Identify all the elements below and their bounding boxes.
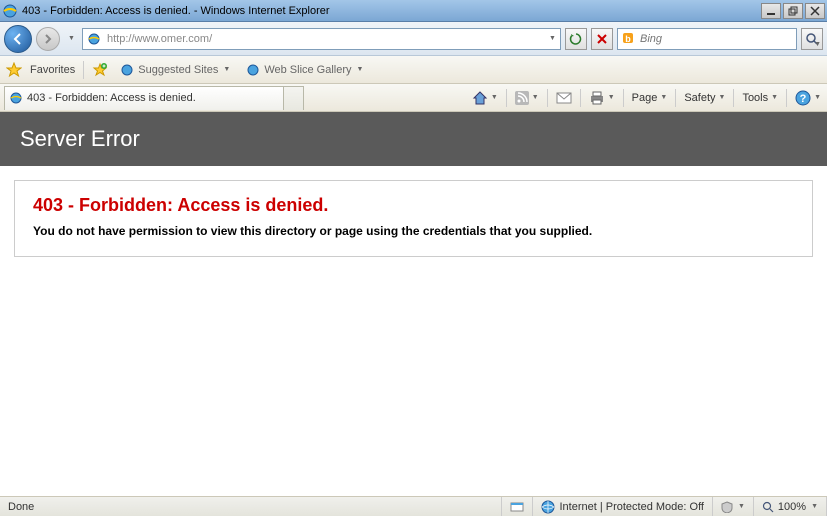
error-box: 403 - Forbidden: Access is denied. You d…: [14, 180, 813, 257]
error-title: 403 - Forbidden: Access is denied.: [33, 195, 794, 216]
stop-button[interactable]: [591, 28, 613, 50]
history-dropdown[interactable]: ▼: [64, 29, 78, 49]
status-text: Done: [0, 497, 502, 516]
feeds-button[interactable]: ▼: [509, 84, 545, 111]
page-icon: [86, 31, 102, 47]
suggested-sites-link[interactable]: Suggested Sites ▼: [116, 61, 234, 79]
page-menu[interactable]: Page ▼: [626, 84, 674, 111]
restore-button[interactable]: [783, 3, 803, 19]
zoom-icon: [762, 501, 774, 513]
error-body: You do not have permission to view this …: [33, 224, 794, 238]
safety-menu[interactable]: Safety ▼: [678, 84, 731, 111]
minimize-button[interactable]: [761, 3, 781, 19]
ie-icon: [2, 3, 18, 19]
window-title: 403 - Forbidden: Access is denied. - Win…: [22, 5, 761, 17]
zoom-label: 100%: [778, 501, 806, 513]
search-button[interactable]: ▼: [801, 28, 823, 50]
favorites-bar: Favorites Suggested Sites ▼ Web Slice Ga…: [0, 56, 827, 84]
protected-mode-icon: [721, 501, 733, 513]
add-favorite-icon[interactable]: [92, 62, 108, 78]
ie-page-icon: [120, 63, 134, 77]
popup-blocker-icon: [510, 500, 524, 514]
tools-menu[interactable]: Tools ▼: [736, 84, 784, 111]
security-zone-label: Internet | Protected Mode: Off: [559, 501, 704, 513]
window-titlebar: 403 - Forbidden: Access is denied. - Win…: [0, 0, 827, 22]
web-slice-label: Web Slice Gallery: [264, 64, 351, 76]
suggested-sites-label: Suggested Sites: [138, 64, 218, 76]
favorites-label[interactable]: Favorites: [30, 64, 75, 76]
web-slice-link[interactable]: Web Slice Gallery ▼: [242, 61, 367, 79]
home-button[interactable]: ▼: [466, 84, 504, 111]
navigation-bar: ▼ ▼ b ▼: [0, 22, 827, 56]
back-button[interactable]: [4, 25, 32, 53]
address-input[interactable]: [105, 33, 544, 45]
ie-page-icon: [246, 63, 260, 77]
error-header: Server Error: [0, 112, 827, 166]
help-button[interactable]: ? ▼: [789, 84, 827, 111]
zoom-control[interactable]: 100% ▼: [754, 497, 827, 516]
ie-page-icon: [9, 91, 23, 105]
address-dropdown[interactable]: ▼: [544, 35, 560, 42]
tools-menu-label: Tools: [742, 92, 768, 104]
refresh-button[interactable]: [565, 28, 587, 50]
new-tab-button[interactable]: [284, 86, 304, 110]
search-box: b: [617, 28, 797, 50]
command-bar: 403 - Forbidden: Access is denied. ▼ ▼ ▼…: [0, 84, 827, 112]
page-menu-label: Page: [632, 92, 658, 104]
browser-tab[interactable]: 403 - Forbidden: Access is denied.: [4, 86, 284, 110]
favorites-star-icon[interactable]: [6, 62, 22, 78]
svg-text:b: b: [625, 34, 631, 44]
search-provider-icon: b: [621, 31, 637, 47]
status-pane-2[interactable]: ▼: [713, 497, 754, 516]
close-button[interactable]: [805, 3, 825, 19]
tab-title: 403 - Forbidden: Access is denied.: [27, 92, 275, 104]
status-pane-1: [502, 497, 533, 516]
search-input[interactable]: [640, 33, 796, 45]
print-button[interactable]: ▼: [583, 84, 621, 111]
status-bar: Done Internet | Protected Mode: Off ▼ 10…: [0, 496, 827, 516]
security-zone[interactable]: Internet | Protected Mode: Off: [533, 497, 713, 516]
forward-button[interactable]: [36, 27, 60, 51]
safety-menu-label: Safety: [684, 92, 715, 104]
address-bar: ▼: [82, 28, 561, 50]
internet-zone-icon: [541, 500, 555, 514]
read-mail-button[interactable]: [550, 84, 578, 111]
svg-text:?: ?: [800, 93, 807, 105]
page-content: Server Error 403 - Forbidden: Access is …: [0, 112, 827, 496]
